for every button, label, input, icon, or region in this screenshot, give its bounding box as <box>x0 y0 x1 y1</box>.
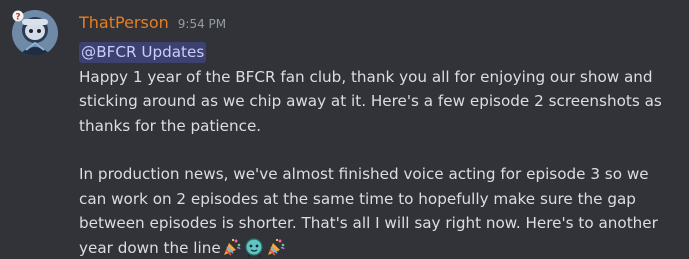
message-paragraph-2: In production news, we've almost finishe… <box>79 162 679 259</box>
username[interactable]: ThatPerson <box>79 13 169 32</box>
party-popper-emoji[interactable] <box>222 237 242 257</box>
party-popper-emoji[interactable] <box>266 237 286 257</box>
role-mention[interactable]: @BFCR Updates <box>79 42 207 63</box>
message-content: @BFCR Updates Happy 1 year of the BFCR f… <box>79 40 679 259</box>
avatar-image: ? <box>12 10 58 56</box>
chat-message: ? ThatPerson 9:54 PM @BFCR Updates Happy… <box>0 0 689 259</box>
paragraph-2-text: In production news, we've almost finishe… <box>79 165 658 257</box>
user-avatar[interactable]: ? <box>12 10 58 56</box>
message-header: ThatPerson 9:54 PM <box>79 13 226 32</box>
character-emoji[interactable] <box>244 237 264 257</box>
svg-text:?: ? <box>15 13 20 23</box>
message-paragraph-1: Happy 1 year of the BFCR fan club, thank… <box>79 67 662 135</box>
timestamp[interactable]: 9:54 PM <box>178 17 226 31</box>
